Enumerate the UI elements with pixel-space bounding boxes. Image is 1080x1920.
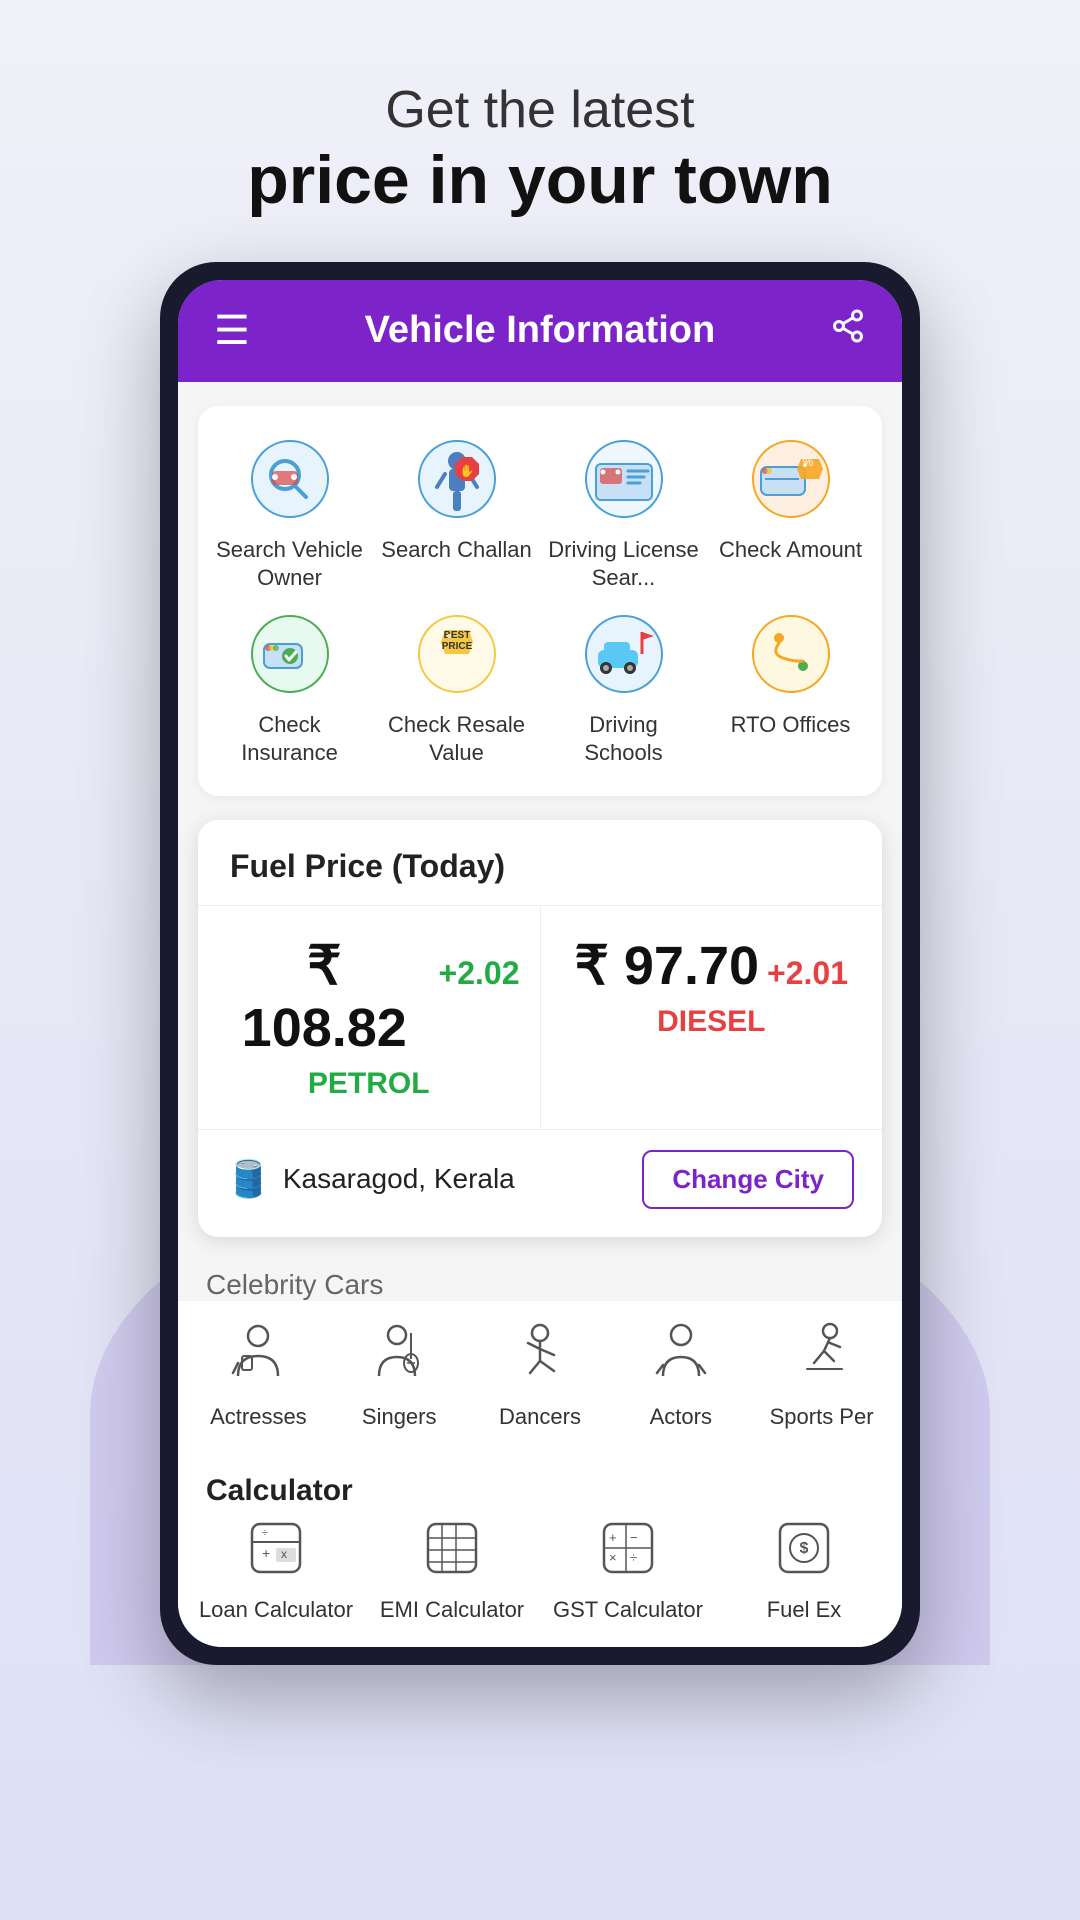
- driving-schools-icon: [579, 609, 669, 699]
- fuel-location-row: 🛢️ Kasaragod, Kerala Change City: [198, 1129, 882, 1237]
- vehicle-info-card: Search Vehicle Owner: [198, 406, 882, 796]
- phone-frame: ☰ Vehicle Information: [160, 262, 920, 1665]
- svg-text:✋: ✋: [459, 464, 474, 478]
- hero-title: price in your town: [247, 140, 833, 222]
- petrol-label: PETROL: [218, 1067, 520, 1101]
- vehicle-item-check-amount[interactable]: % Check Amount: [715, 434, 866, 593]
- search-owner-label: Search Vehicle Owner: [214, 536, 365, 593]
- petrol-price-row: ₹ 108.82 +2.02: [218, 934, 520, 1059]
- fuel-ex-label: Fuel Ex: [767, 1597, 842, 1623]
- check-insurance-label: Check Insurance: [214, 711, 365, 768]
- calc-item-fuel-ex[interactable]: $ Fuel Ex: [716, 1520, 892, 1623]
- celebrity-item-dancers[interactable]: Dancers: [470, 1321, 611, 1430]
- celebrity-item-sports[interactable]: Sports Per: [751, 1321, 892, 1430]
- menu-icon[interactable]: ☰: [214, 308, 250, 354]
- share-icon[interactable]: [830, 308, 866, 354]
- svg-text:%: %: [802, 455, 813, 469]
- diesel-price: ₹ 97.70: [575, 934, 760, 997]
- svg-text:$: $: [800, 1540, 809, 1557]
- diesel-cell: ₹ 97.70 +2.01 DIESEL: [541, 906, 883, 1129]
- calc-item-gst[interactable]: + − × ÷ GST Calculator: [540, 1520, 716, 1623]
- fuel-ex-icon: $: [776, 1520, 832, 1589]
- check-amount-icon: %: [746, 434, 836, 524]
- celebrity-item-actresses[interactable]: Actresses: [188, 1321, 329, 1430]
- vehicle-grid-row2: Check Insurance BEST PRICE: [214, 609, 866, 768]
- location-text: Kasaragod, Kerala: [283, 1163, 515, 1195]
- vehicle-item-driving-license[interactable]: Driving License Sear...: [548, 434, 699, 593]
- vehicle-item-search-owner[interactable]: Search Vehicle Owner: [214, 434, 365, 593]
- loan-calc-label: Loan Calculator: [199, 1597, 353, 1623]
- calculator-row: + ÷ x Loan Calculator: [178, 1520, 902, 1623]
- app-title: Vehicle Information: [365, 309, 716, 352]
- driving-schools-label: Driving Schools: [548, 711, 699, 768]
- actresses-label: Actresses: [210, 1404, 307, 1430]
- svg-text:PRICE: PRICE: [441, 641, 472, 652]
- hero: Get the latest price in your town: [187, 0, 893, 262]
- svg-text:+: +: [609, 1530, 617, 1545]
- svg-text:+: +: [262, 1545, 270, 1561]
- emi-calc-label: EMI Calculator: [380, 1597, 524, 1623]
- fuel-title: Fuel Price (Today): [198, 820, 882, 885]
- rto-offices-label: RTO Offices: [731, 711, 851, 740]
- petrol-change: +2.02: [439, 955, 520, 992]
- celebrity-item-actors[interactable]: Actors: [610, 1321, 751, 1430]
- celebrity-section-label: Celebrity Cars: [178, 1261, 902, 1301]
- diesel-label: DIESEL: [561, 1005, 863, 1039]
- fuel-prices-row: ₹ 108.82 +2.02 PETROL ₹ 97.70 +2.01 DIES…: [198, 905, 882, 1129]
- petrol-price: ₹ 108.82: [218, 934, 431, 1059]
- emi-calc-icon: [424, 1520, 480, 1589]
- fuel-icon: 🛢️: [226, 1158, 271, 1200]
- driving-license-icon: [579, 434, 669, 524]
- vehicle-grid-row1: Search Vehicle Owner: [214, 434, 866, 593]
- calculator-section: Calculator + ÷ x: [178, 1450, 902, 1647]
- hero-subtitle: Get the latest: [247, 80, 833, 140]
- calculator-title: Calculator: [178, 1450, 902, 1520]
- calc-item-emi[interactable]: EMI Calculator: [364, 1520, 540, 1623]
- vehicle-item-rto-offices[interactable]: RTO Offices: [715, 609, 866, 768]
- actresses-icon: [228, 1321, 288, 1394]
- calc-item-loan[interactable]: + ÷ x Loan Calculator: [188, 1520, 364, 1623]
- fuel-location-left: 🛢️ Kasaragod, Kerala: [226, 1158, 515, 1200]
- svg-text:−: −: [630, 1530, 638, 1545]
- diesel-price-row: ₹ 97.70 +2.01: [561, 934, 863, 997]
- dancers-icon: [510, 1321, 570, 1394]
- search-challan-icon: ✋: [412, 434, 502, 524]
- check-insurance-icon: [245, 609, 335, 699]
- svg-text:×: ×: [609, 1550, 617, 1565]
- actors-icon: [651, 1321, 711, 1394]
- search-challan-label: Search Challan: [381, 536, 531, 565]
- vehicle-item-driving-schools[interactable]: Driving Schools: [548, 609, 699, 768]
- check-resale-icon: BEST PRICE: [412, 609, 502, 699]
- change-city-button[interactable]: Change City: [642, 1150, 854, 1209]
- svg-text:÷: ÷: [262, 1527, 268, 1539]
- sports-label: Sports Per: [770, 1404, 874, 1430]
- singers-label: Singers: [362, 1404, 437, 1430]
- driving-license-label: Driving License Sear...: [548, 536, 699, 593]
- actors-label: Actors: [650, 1404, 712, 1430]
- celebrity-section: Celebrity Cars Actresses: [178, 1261, 902, 1450]
- sports-icon: [792, 1321, 852, 1394]
- svg-text:x: x: [281, 1547, 287, 1561]
- gst-calc-label: GST Calculator: [553, 1597, 703, 1623]
- celebrity-item-singers[interactable]: Singers: [329, 1321, 470, 1430]
- fuel-price-card: Fuel Price (Today) ₹ 108.82 +2.02 PETROL…: [198, 820, 882, 1237]
- app-bar: ☰ Vehicle Information: [178, 280, 902, 382]
- svg-text:÷: ÷: [630, 1550, 637, 1565]
- check-amount-label: Check Amount: [719, 536, 862, 565]
- rto-offices-icon: [746, 609, 836, 699]
- vehicle-item-check-resale[interactable]: BEST PRICE Check Resale Value: [381, 609, 532, 768]
- gst-calc-icon: + − × ÷: [600, 1520, 656, 1589]
- vehicle-item-check-insurance[interactable]: Check Insurance: [214, 609, 365, 768]
- diesel-change: +2.01: [767, 955, 848, 992]
- check-resale-label: Check Resale Value: [381, 711, 532, 768]
- vehicle-item-search-challan[interactable]: ✋ Search Challan: [381, 434, 532, 593]
- celebrity-row: Actresses: [178, 1301, 902, 1450]
- loan-calc-icon: + ÷ x: [248, 1520, 304, 1589]
- phone-screen: ☰ Vehicle Information: [178, 280, 902, 1647]
- singers-icon: [369, 1321, 429, 1394]
- search-owner-icon: [245, 434, 335, 524]
- petrol-cell: ₹ 108.82 +2.02 PETROL: [198, 906, 541, 1129]
- dancers-label: Dancers: [499, 1404, 581, 1430]
